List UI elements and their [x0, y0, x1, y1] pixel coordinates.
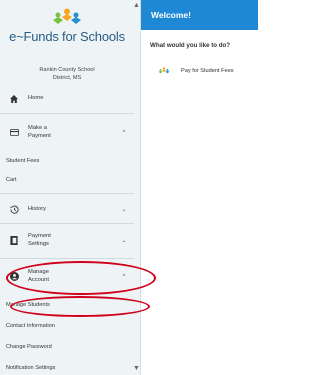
school-line-1: Rankin County School	[39, 67, 95, 73]
divider	[0, 223, 134, 224]
scroll-down-icon[interactable]: ▼	[133, 365, 140, 372]
prompt-text: What would you like to do?	[150, 42, 231, 49]
credit-card-icon	[9, 129, 19, 136]
people-logo-icon	[158, 67, 170, 74]
highlight-oval-manage-account	[6, 261, 156, 295]
people-logo-icon	[53, 8, 81, 24]
nav-change-password[interactable]: Change Password	[6, 344, 52, 350]
payment-settings-line-1: Payment	[28, 233, 51, 239]
efunds-logo: e~Funds for Schools	[0, 8, 134, 44]
payment-settings-line-2: Settings	[28, 240, 49, 247]
nav-home-label: Home	[28, 95, 44, 102]
highlight-oval-manage-students	[10, 296, 150, 317]
nav-make-payment[interactable]: Make a Payment ^	[0, 125, 134, 140]
page-header: Welcome!	[141, 0, 258, 30]
nav-student-fees[interactable]: Student Fees	[6, 158, 39, 164]
divider	[0, 193, 134, 194]
make-payment-line-1: Make a	[28, 125, 48, 131]
history-icon	[9, 205, 18, 214]
nav-cart[interactable]: Cart	[6, 177, 17, 183]
settings-card-icon	[10, 236, 18, 245]
make-payment-line-2: Payment	[28, 132, 51, 139]
page-title: Welcome!	[151, 10, 191, 20]
nav-payment-settings[interactable]: Payment Settings ⌄	[0, 233, 134, 248]
logo-text: e~Funds for Schools	[9, 29, 125, 44]
nav-home[interactable]: Home	[0, 95, 134, 103]
chevron-down-icon[interactable]: ⌄	[114, 206, 134, 213]
divider	[0, 113, 134, 114]
school-district-name: Rankin County School District, MS	[0, 66, 134, 82]
nav-contact-information[interactable]: Contact Information	[6, 323, 55, 329]
school-line-2: District, MS	[52, 75, 82, 81]
nav-notification-settings[interactable]: Notification Settings	[6, 365, 55, 371]
chevron-down-icon[interactable]: ⌄	[114, 237, 134, 244]
pay-student-fees-label: Pay for Student Fees	[181, 68, 234, 74]
nav-history[interactable]: History ⌄	[0, 205, 134, 214]
home-icon	[10, 95, 18, 103]
chevron-up-icon[interactable]: ^	[114, 130, 134, 136]
sidebar: ▲ ▼ e~Funds for Schools Rankin County Sc…	[0, 0, 141, 375]
pay-student-fees-link[interactable]: Pay for Student Fees	[157, 66, 234, 76]
nav-history-label: History	[28, 205, 47, 212]
divider	[0, 258, 134, 259]
scroll-up-icon[interactable]: ▲	[133, 2, 140, 9]
